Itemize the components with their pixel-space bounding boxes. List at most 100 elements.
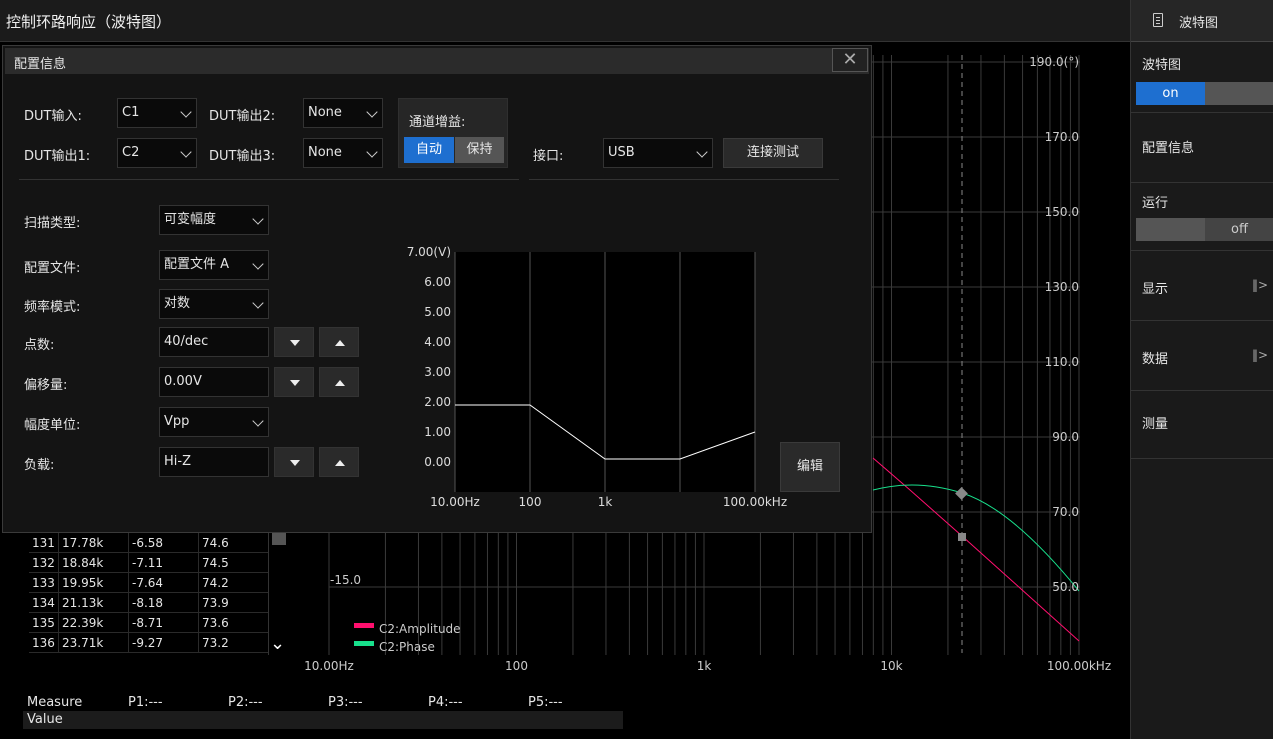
table-cell: 132 xyxy=(32,556,55,570)
right-axis-tick: 190.0(°) xyxy=(1029,55,1079,69)
chevron-down-icon xyxy=(366,106,378,118)
dut-input-value: C1 xyxy=(122,105,140,120)
port-select[interactable]: USB xyxy=(603,138,713,168)
amplitude-legend-label: C2:Amplitude xyxy=(379,622,461,636)
right-axis-tick: 170.0 xyxy=(1045,130,1079,144)
freq-mode-label: 频率模式: xyxy=(24,300,81,315)
profile-y-tick: 2.00 xyxy=(424,395,451,409)
scroll-thumb[interactable] xyxy=(272,533,286,545)
profile-y-tick: 3.00 xyxy=(424,365,451,379)
sidebar-data[interactable]: 数据 ‖> xyxy=(1131,321,1273,391)
chevron-down-icon xyxy=(252,258,264,270)
x-axis-tick: 10k xyxy=(880,659,902,673)
sweep-type-label: 扫描类型: xyxy=(24,216,81,231)
table-cell: -9.27 xyxy=(132,636,164,650)
display-label: 显示 xyxy=(1142,282,1169,297)
bode-toggle[interactable]: on xyxy=(1136,82,1273,105)
chevron-down-icon xyxy=(252,213,264,225)
gain-hold-button[interactable]: 保持 xyxy=(455,137,504,163)
dut-output1-label: DUT输出1: xyxy=(24,149,91,164)
table-row: 131 17.78k -6.58 74.6 xyxy=(29,533,268,553)
profile-y-tick: 1.00 xyxy=(424,425,451,439)
profile-x-tick: 100 xyxy=(519,495,542,509)
points-input[interactable]: 40/dec xyxy=(159,327,269,357)
table-row: 134 21.13k -8.18 73.9 xyxy=(29,593,268,613)
dut-output2-label: DUT输出2: xyxy=(209,109,276,124)
triangle-up-icon xyxy=(335,340,345,346)
run-label: 运行 xyxy=(1142,196,1169,211)
sweep-type-value: 可变幅度 xyxy=(164,212,217,227)
profile-y-tick: 5.00 xyxy=(424,305,451,319)
port-label: 接口: xyxy=(533,149,564,164)
load-decrement[interactable] xyxy=(274,447,314,477)
connect-test-button[interactable]: 连接测试 xyxy=(723,138,823,168)
profile-y-tick: 4.00 xyxy=(424,335,451,349)
points-decrement[interactable] xyxy=(274,327,314,357)
dut-output2-select[interactable]: None xyxy=(303,98,383,128)
config-file-value: 配置文件 A xyxy=(164,257,230,272)
dialog-title-bar: 配置信息 xyxy=(5,48,869,74)
dut-output3-label: DUT输出3: xyxy=(209,149,276,164)
freq-mode-select[interactable]: 对数 xyxy=(159,289,269,319)
run-toggle[interactable]: off xyxy=(1136,218,1273,241)
table-cell: -7.11 xyxy=(132,556,164,570)
dut-output1-select[interactable]: C2 xyxy=(117,138,197,168)
measure-p4: P4:--- xyxy=(428,695,463,710)
phase-legend-swatch xyxy=(354,641,374,646)
run-toggle-off[interactable]: off xyxy=(1205,218,1273,241)
close-icon[interactable]: ✕ xyxy=(832,48,868,72)
table-cell: 18.84k xyxy=(62,556,104,570)
dut-output3-select[interactable]: None xyxy=(303,138,383,168)
offset-increment[interactable] xyxy=(319,367,359,397)
sidebar-config[interactable]: 配置信息 xyxy=(1131,113,1273,183)
page-title: 控制环路响应（波特图） xyxy=(6,13,172,31)
table-scrollbar[interactable]: ⌄ xyxy=(268,533,288,655)
scroll-down-icon[interactable]: ⌄ xyxy=(270,633,285,654)
sidebar-run-section: 运行 off xyxy=(1131,183,1273,251)
channel-gain-group: 通道增益: 自动 保持 xyxy=(398,98,508,168)
bode-toggle-on[interactable]: on xyxy=(1136,82,1205,105)
dut-output1-value: C2 xyxy=(122,145,140,160)
measure-label: Measure xyxy=(27,695,83,710)
measure-bar: Measure P1:--- P2:--- P3:--- P4:--- P5:-… xyxy=(23,694,623,729)
table-cell: 131 xyxy=(32,536,55,550)
right-axis-tick: 110.0 xyxy=(1045,355,1079,369)
offset-decrement[interactable] xyxy=(274,367,314,397)
chevron-down-icon xyxy=(180,106,192,118)
points-increment[interactable] xyxy=(319,327,359,357)
dut-input-select[interactable]: C1 xyxy=(117,98,197,128)
right-axis-tick: 150.0 xyxy=(1045,205,1079,219)
points-label: 点数: xyxy=(24,338,55,353)
document-icon xyxy=(1153,13,1163,27)
freq-mode-value: 对数 xyxy=(164,296,191,311)
offset-input[interactable]: 0.00V xyxy=(159,367,269,397)
config-file-select[interactable]: 配置文件 A xyxy=(159,250,269,280)
amp-unit-label: 幅度单位: xyxy=(24,418,81,433)
expand-icon: ‖> xyxy=(1251,348,1268,362)
config-file-label: 配置文件: xyxy=(24,261,81,276)
sweep-type-select[interactable]: 可变幅度 xyxy=(159,205,269,235)
gain-auto-button[interactable]: 自动 xyxy=(404,137,454,163)
sidebar-measure[interactable]: 测量 xyxy=(1131,391,1273,459)
load-increment[interactable] xyxy=(319,447,359,477)
x-axis-tick: 10.00Hz xyxy=(304,659,354,673)
channel-gain-label: 通道增益: xyxy=(409,115,466,130)
sidebar-bode-section: 波特图 on xyxy=(1131,43,1273,113)
profile-y-tick: 0.00 xyxy=(424,455,451,469)
amp-unit-select[interactable]: Vpp xyxy=(159,407,269,437)
edit-button[interactable]: 编辑 xyxy=(780,442,840,492)
divider xyxy=(529,179,839,180)
title-bar: 控制环路响应（波特图） xyxy=(0,0,1130,42)
sidebar-display[interactable]: 显示 ‖> xyxy=(1131,251,1273,321)
measure-p3: P3:--- xyxy=(328,695,363,710)
triangle-up-icon xyxy=(335,380,345,386)
table-cell: 73.2 xyxy=(202,636,229,650)
chevron-down-icon xyxy=(366,146,378,158)
measure-value-row: Value xyxy=(23,711,623,729)
table-cell: -8.71 xyxy=(132,616,164,630)
phase-cursor-marker xyxy=(955,487,968,500)
load-input[interactable]: Hi-Z xyxy=(159,447,269,477)
offset-label: 偏移量: xyxy=(24,378,68,393)
right-axis-tick: 90.0 xyxy=(1052,430,1079,444)
divider xyxy=(19,179,519,180)
